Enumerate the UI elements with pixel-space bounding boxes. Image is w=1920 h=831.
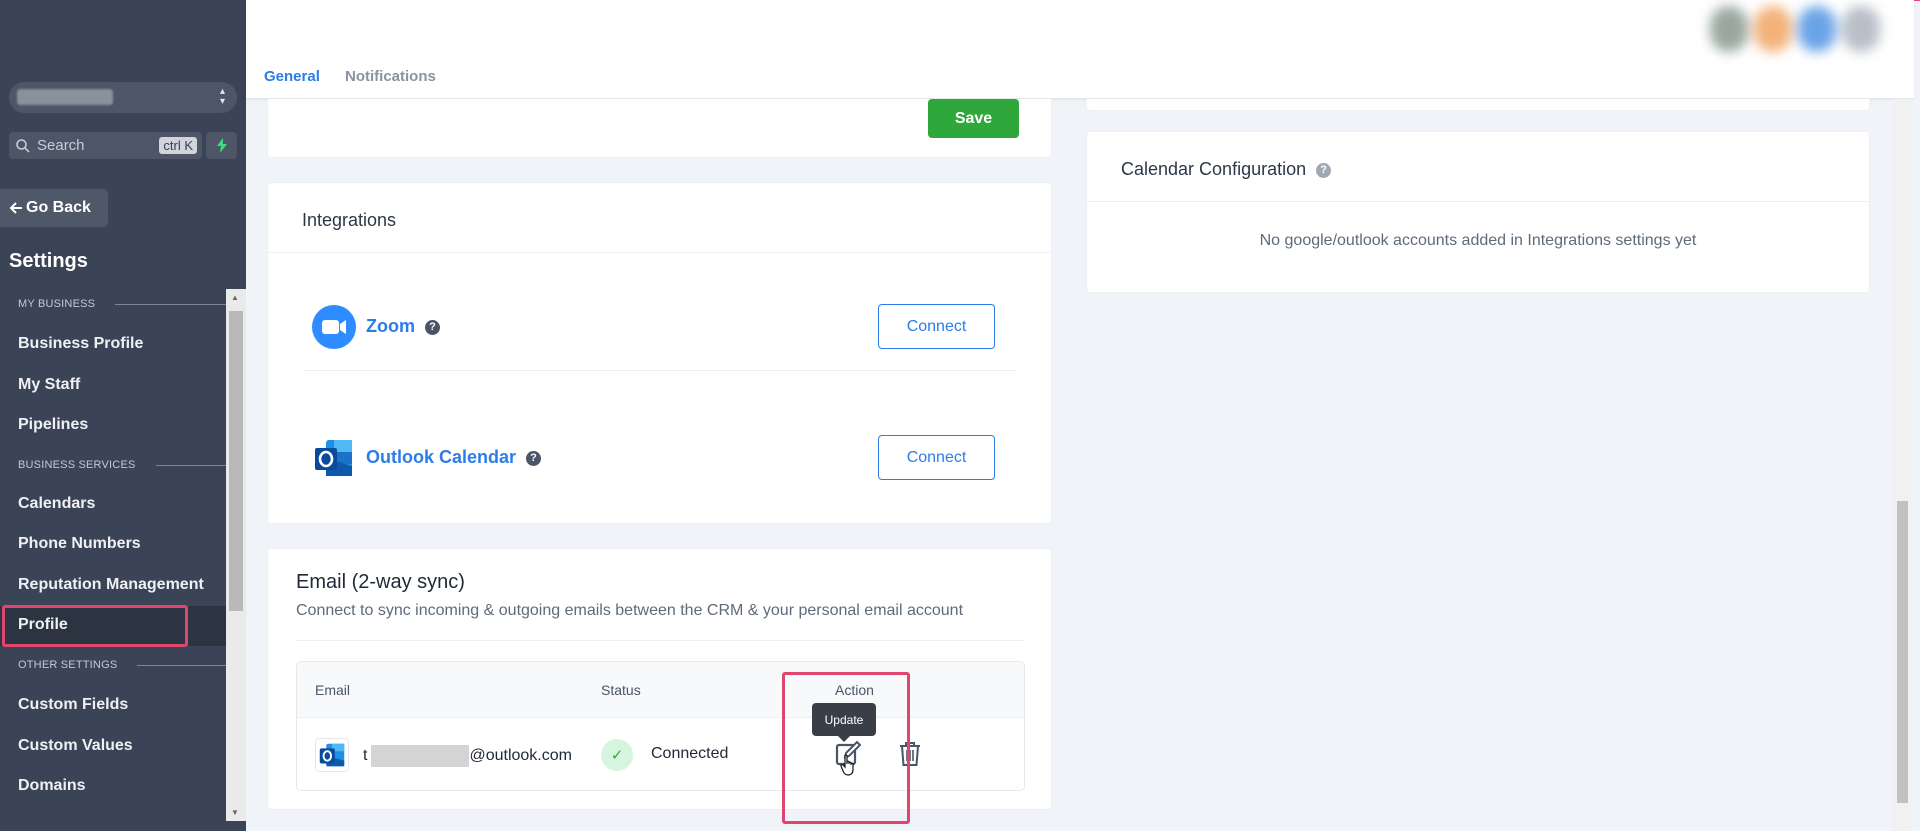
zoom-label: Zoom xyxy=(366,316,415,336)
calendar-configuration-card: Calendar Configuration? No google/outloo… xyxy=(1086,131,1870,293)
integrations-title: Integrations xyxy=(302,210,397,230)
zoom-icon xyxy=(312,305,356,349)
header-user-avatars[interactable] xyxy=(1696,2,1910,62)
search-shortcut-badge: ctrl K xyxy=(159,137,197,154)
integration-name: Zoom? xyxy=(366,316,440,337)
email-sync-subtitle: Connect to sync incoming & outgoing emai… xyxy=(296,602,964,619)
divider xyxy=(296,640,1025,641)
scroll-down-arrow-icon[interactable]: ▼ xyxy=(231,808,239,817)
sidebar-item-reputation-management[interactable]: Reputation Management xyxy=(18,576,204,594)
sidebar-item-calendars[interactable]: Calendars xyxy=(18,495,95,513)
location-name-redacted xyxy=(17,89,113,105)
outlook-icon xyxy=(315,440,352,476)
sidebar: ▴ ▾ Search ctrl K Go Back Settings MY BUS… xyxy=(0,0,246,831)
go-back-label: Go Back xyxy=(26,199,91,216)
email-domain: @outlook.com xyxy=(469,747,572,764)
hand-cursor-icon xyxy=(840,754,854,776)
sidebar-scrollbar[interactable]: ▲ ▼ xyxy=(226,289,246,821)
outlook-icon xyxy=(315,738,349,772)
section-label: MY BUSINESS xyxy=(18,298,96,310)
column-status: Status xyxy=(601,682,641,698)
email-prefix: t xyxy=(363,747,368,764)
tab-general[interactable]: General xyxy=(264,68,320,85)
outlook-calendar-label: Outlook Calendar xyxy=(366,447,517,467)
sidebar-item-phone-numbers[interactable]: Phone Numbers xyxy=(18,535,141,553)
table-row: t @outlook.com ✓ Connected xyxy=(297,718,1024,790)
integration-row-outlook: Outlook Calendar? Connect xyxy=(304,410,1016,502)
main-scrollbar[interactable] xyxy=(1894,99,1911,831)
integration-name: Outlook Calendar? xyxy=(366,447,542,468)
sidebar-item-domains[interactable]: Domains xyxy=(18,777,86,795)
help-icon[interactable]: ? xyxy=(425,319,440,335)
sidebar-scrollbar-thumb[interactable] xyxy=(229,311,243,611)
chevron-up-down-icon: ▴ ▾ xyxy=(219,86,225,107)
calendar-configuration-label: Calendar Configuration xyxy=(1121,159,1307,179)
lightning-icon xyxy=(216,138,227,153)
sidebar-item-pipelines[interactable]: Pipelines xyxy=(18,416,88,434)
integrations-card: Integrations Zoom? Connect Outlook Calen… xyxy=(267,182,1052,524)
scroll-up-arrow-icon[interactable]: ▲ xyxy=(231,293,239,302)
search-icon xyxy=(16,138,30,153)
email-sync-title: Email (2-way sync) xyxy=(296,571,465,593)
general-settings-card: Save xyxy=(267,99,1052,158)
section-label: OTHER SETTINGS xyxy=(18,659,118,671)
help-icon[interactable]: ? xyxy=(526,450,542,466)
zoom-connect-button[interactable]: Connect xyxy=(878,304,995,349)
email-accounts-table: Email Status Action t @outlook.com ✓ Conn… xyxy=(296,661,1025,791)
calendar-empty-message: No google/outlook accounts added in Inte… xyxy=(1259,232,1697,249)
status-badge: Connected xyxy=(651,745,729,762)
settings-title: Settings xyxy=(9,250,88,272)
email-redacted xyxy=(371,745,470,767)
table-header: Email Status Action xyxy=(297,662,1024,718)
profile-annotation-box xyxy=(2,605,188,647)
section-label: BUSINESS SERVICES xyxy=(18,459,136,471)
sidebar-item-business-profile[interactable]: Business Profile xyxy=(18,335,143,353)
sidebar-search[interactable]: Search ctrl K xyxy=(9,132,202,159)
section-business-services: BUSINESS SERVICES xyxy=(18,459,242,471)
arrow-left-icon xyxy=(9,202,22,214)
save-button[interactable]: Save xyxy=(928,99,1019,138)
page-header: General Notifications xyxy=(246,0,1914,99)
sidebar-item-custom-fields[interactable]: Custom Fields xyxy=(18,696,128,714)
column-email: Email xyxy=(315,682,351,698)
section-other-settings: OTHER SETTINGS xyxy=(18,659,236,671)
outlook-connect-button[interactable]: Connect xyxy=(878,435,995,480)
calendar-configuration-title: Calendar Configuration? xyxy=(1121,159,1332,180)
sidebar-item-custom-values[interactable]: Custom Values xyxy=(18,737,133,755)
divider xyxy=(1087,201,1869,202)
right-top-card xyxy=(1086,99,1870,111)
go-back-button[interactable]: Go Back xyxy=(0,189,108,227)
location-switcher[interactable]: ▴ ▾ xyxy=(9,82,237,113)
tab-notifications[interactable]: Notifications xyxy=(345,68,436,85)
integration-row-zoom: Zoom? Connect xyxy=(304,279,1016,371)
sidebar-item-my-staff[interactable]: My Staff xyxy=(18,376,80,394)
divider xyxy=(268,252,1051,253)
email-sync-card: Email (2-way sync) Connect to sync incom… xyxy=(267,548,1052,810)
check-icon: ✓ xyxy=(601,739,633,771)
search-placeholder: Search xyxy=(37,137,85,154)
action-annotation-box xyxy=(782,672,910,824)
main-scrollbar-thumb[interactable] xyxy=(1897,501,1908,803)
quick-actions-button[interactable] xyxy=(206,132,237,159)
section-my-business: MY BUSINESS xyxy=(18,298,236,310)
help-icon[interactable]: ? xyxy=(1316,162,1332,178)
email-address: t @outlook.com xyxy=(363,745,572,767)
